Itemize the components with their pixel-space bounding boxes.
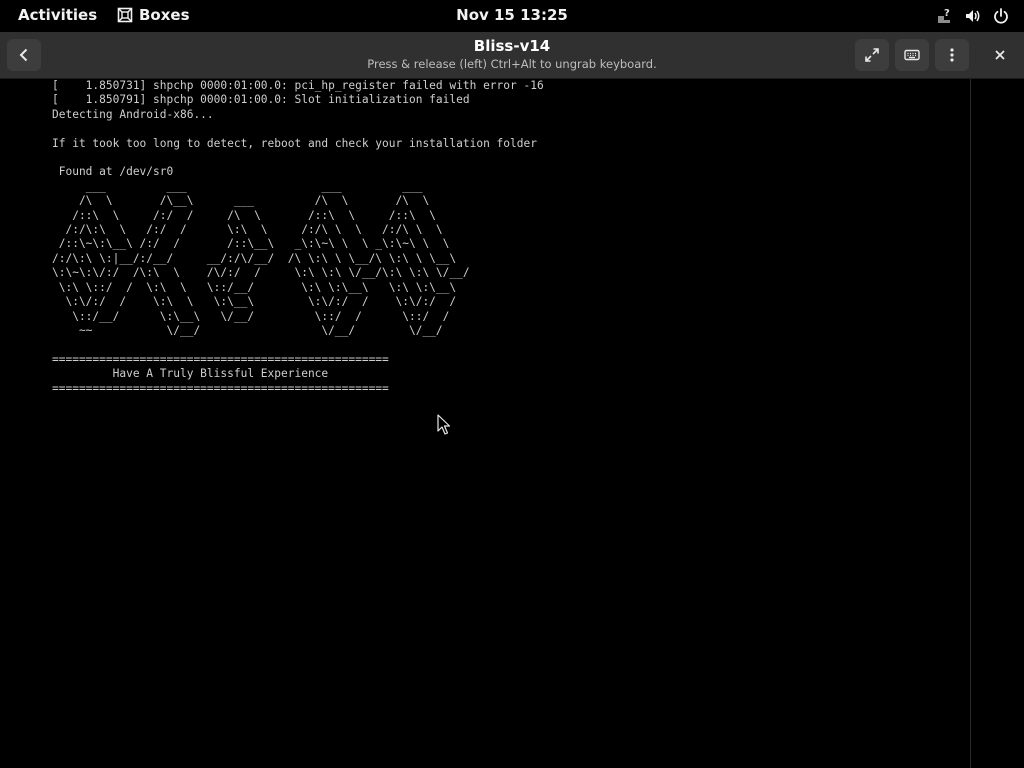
header-bar: Bliss-v14 Press & release (left) Ctrl+Al… bbox=[0, 32, 1024, 79]
boxes-app-icon bbox=[117, 7, 133, 23]
console-line: /:/\:\ \ /:/ / \:\ \ /:/\ \ \ /:/\ \ \ bbox=[52, 223, 443, 237]
menu-button[interactable] bbox=[935, 39, 969, 71]
volume-icon bbox=[966, 10, 980, 22]
console-line: /\ \ /\__\ ___ /\ \ /\ \ bbox=[52, 194, 430, 208]
console-line: \:\~\:\/:/ /\:\ \ /\/:/ / \:\ \:\ \/__/\… bbox=[52, 266, 470, 280]
power-icon bbox=[994, 8, 1008, 24]
display-edge-divider bbox=[970, 79, 971, 768]
console-line: ___ ___ ___ ___ bbox=[52, 179, 423, 193]
console-output: [ 1.850731] shpchp 0000:01:00.0: pci_hp_… bbox=[52, 79, 544, 396]
mouse-pointer-icon bbox=[437, 414, 451, 435]
console-line: /:/\:\ \:|__/:/__/ __/:/\/__/ /\ \:\ \ \… bbox=[52, 251, 457, 265]
activities-button[interactable]: Activities bbox=[18, 6, 97, 24]
keyboard-icon bbox=[904, 49, 920, 61]
console-line: \::/__/ \:\__\ \/__/ \::/ / \::/ / bbox=[52, 309, 450, 323]
console-line: ========================================… bbox=[52, 381, 389, 395]
fullscreen-icon bbox=[865, 48, 879, 62]
console-line: /::\ \ /:/ / /\ \ /::\ \ /::\ \ bbox=[52, 208, 436, 222]
vm-display[interactable]: [ 1.850731] shpchp 0000:01:00.0: pci_hp_… bbox=[0, 79, 970, 768]
console-line: ========================================… bbox=[52, 352, 389, 366]
back-button[interactable] bbox=[7, 39, 41, 71]
console-line: [ 1.850731] shpchp 0000:01:00.0: pci_hp_… bbox=[52, 79, 544, 92]
keyboard-button[interactable] bbox=[895, 39, 929, 71]
console-line: If it took too long to detect, reboot an… bbox=[52, 136, 537, 150]
vertical-dots-icon bbox=[950, 48, 954, 62]
network-unknown-icon: ? bbox=[938, 8, 950, 23]
app-name-label: Boxes bbox=[139, 6, 190, 24]
console-line: Detecting Android-x86... bbox=[52, 107, 214, 121]
close-icon bbox=[995, 50, 1005, 60]
clock-button[interactable]: Nov 15 13:25 bbox=[456, 6, 568, 24]
chevron-left-icon bbox=[19, 48, 28, 62]
console-line: /::\~\:\__\ /:/ / /::\__\ _\:\~\ \ \ _\:… bbox=[52, 237, 450, 251]
console-line: [ 1.850791] shpchp 0000:01:00.0: Slot in… bbox=[52, 93, 470, 107]
console-line: Found at /dev/sr0 bbox=[52, 165, 174, 179]
system-tray[interactable]: ? bbox=[936, 7, 1010, 25]
console-line: ~~ \/__/ \/__/ \/__/ bbox=[52, 323, 443, 337]
fullscreen-button[interactable] bbox=[855, 39, 889, 71]
svg-text:?: ? bbox=[944, 8, 950, 19]
console-line: \:\/:/ / \:\ \ \:\__\ \:\/:/ / \:\/:/ / bbox=[52, 295, 457, 309]
console-line: Have A Truly Blissful Experience bbox=[52, 367, 329, 381]
gnome-top-bar: Activities Boxes Nov 15 13:25 ? bbox=[0, 0, 1024, 32]
console-line: \:\ \::/ / \:\ \ \::/__/ \:\ \:\__\ \:\ … bbox=[52, 280, 457, 294]
close-button[interactable] bbox=[983, 39, 1017, 71]
app-menu-button[interactable]: Boxes bbox=[117, 6, 190, 24]
